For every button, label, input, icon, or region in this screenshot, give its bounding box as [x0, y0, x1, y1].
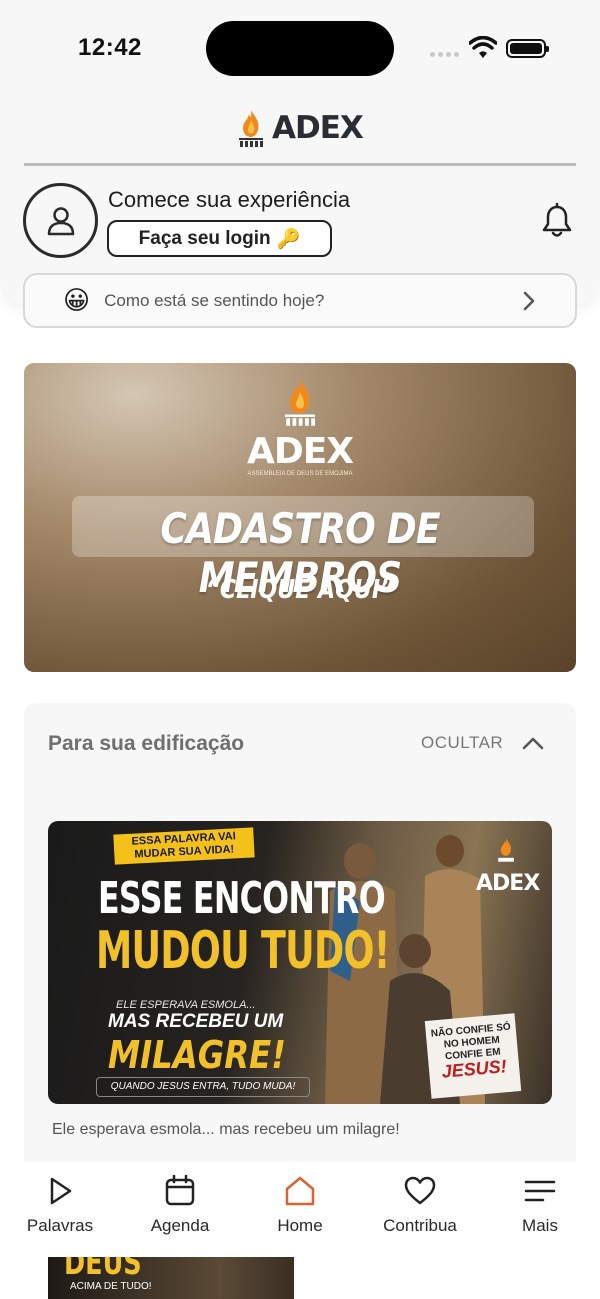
- clock: 12:42: [78, 34, 142, 61]
- hide-label: OCULTAR: [421, 733, 504, 752]
- flame-logo-icon: [285, 379, 315, 426]
- next-post-image[interactable]: DEUS ACIMA DE TUDO!: [48, 1257, 294, 1299]
- status-bar: 12:42: [0, 0, 600, 90]
- chevron-up-icon: [522, 737, 544, 750]
- post-image[interactable]: ESSA PALAVRA VAI MUDAR SUA VIDA! ESSE EN…: [48, 821, 552, 1104]
- tab-palavras[interactable]: Palavras: [0, 1162, 120, 1254]
- banner-subtitle: ASSEMBLEIA DE DEUS DE EMOJIMA: [247, 471, 353, 477]
- key-icon: 🔑: [276, 228, 301, 250]
- header-divider: [24, 163, 576, 166]
- avatar[interactable]: [23, 183, 98, 258]
- post-caption: Ele esperava esmola... mas recebeu um mi…: [52, 1121, 400, 1138]
- tab-agenda[interactable]: Agenda: [120, 1162, 240, 1254]
- section-title: Para sua edificação: [48, 732, 245, 755]
- brand-name: ADEX: [272, 110, 364, 146]
- battery-icon: [506, 39, 549, 58]
- tab-home[interactable]: Home: [240, 1162, 360, 1254]
- post-card-bottom: JESUS!: [440, 1056, 508, 1082]
- menu-icon: [524, 1180, 556, 1202]
- heart-icon: [404, 1176, 436, 1205]
- member-registration-banner[interactable]: ADEX ASSEMBLEIA DE DEUS DE EMOJIMA CADAS…: [24, 363, 576, 672]
- chevron-right-icon: [523, 291, 535, 311]
- banner-cta: “CLIQUE AQUI”: [205, 575, 395, 605]
- hide-section-button[interactable]: OCULTAR: [421, 733, 545, 753]
- next-post-headline: DEUS: [64, 1257, 142, 1283]
- home-icon: [285, 1176, 315, 1206]
- notification-bell-icon[interactable]: [540, 203, 574, 239]
- user-icon: [47, 206, 74, 235]
- tab-label: Contribua: [383, 1216, 457, 1235]
- welcome-text: Comece sua experiência: [108, 187, 351, 212]
- brand-logo: ADEX: [236, 108, 364, 148]
- post-headline-1: ESSE ENCONTRO: [98, 873, 386, 924]
- signal-icon: [430, 52, 459, 57]
- tab-label: Mais: [522, 1216, 558, 1235]
- login-label: Faça seu login: [138, 227, 271, 249]
- flame-logo-icon: [498, 838, 514, 862]
- post-tag: ESSA PALAVRA VAI MUDAR SUA VIDA!: [113, 827, 255, 865]
- tab-label: Home: [277, 1216, 323, 1235]
- post-brand: ADEX: [476, 871, 540, 896]
- tab-label: Agenda: [150, 1216, 210, 1235]
- wifi-icon: [469, 36, 497, 58]
- tab-label: Palavras: [26, 1216, 94, 1235]
- tab-contribua[interactable]: Contribua: [360, 1162, 480, 1254]
- post-line-small: ELE ESPERAVA ESMOLA...: [116, 999, 256, 1011]
- post-card: NÃO CONFIE SÓ NO HOMEM CONFIE EM JESUS!: [424, 1013, 522, 1099]
- post-line-big: MILAGRE!: [108, 1033, 286, 1077]
- mood-prompt-text: Como está se sentindo hoje?: [104, 290, 325, 310]
- next-post-sub: ACIMA DE TUDO!: [70, 1281, 152, 1292]
- smile-emoji-icon: 😀: [63, 285, 91, 315]
- edification-section: Para sua edificação OCULTAR ESSA PALAVRA…: [24, 703, 576, 1223]
- post-line-mid: MAS RECEBEU UM: [108, 1011, 284, 1032]
- play-icon: [50, 1177, 72, 1205]
- post-strip: QUANDO JESUS ENTRA, TUDO MUDA!: [96, 1077, 310, 1097]
- dynamic-island: [206, 21, 394, 76]
- post-headline-2: MUDOU TUDO!: [96, 921, 390, 981]
- tab-mais[interactable]: Mais: [480, 1162, 600, 1254]
- calendar-icon: [165, 1174, 195, 1206]
- bottom-tab-bar: Palavras Agenda Home Contribua Mais: [0, 1162, 600, 1254]
- banner-brand: ADEX: [246, 431, 354, 472]
- mood-prompt-button[interactable]: 😀 Como está se sentindo hoje?: [23, 273, 577, 328]
- flame-logo-icon: [239, 110, 263, 147]
- login-button[interactable]: Faça seu login 🔑: [107, 220, 332, 257]
